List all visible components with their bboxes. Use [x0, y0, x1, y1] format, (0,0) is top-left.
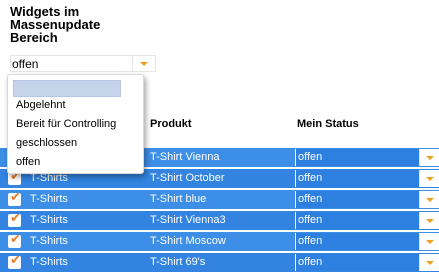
row-status-value: offen	[298, 235, 323, 247]
dropdown-option[interactable]: Abgelehnt	[16, 99, 66, 111]
chevron-down-icon	[426, 177, 434, 181]
checkmark-icon: ✔	[10, 232, 21, 247]
table-row[interactable]: ✔ T-Shirts T-Shirt 69's offen	[0, 253, 439, 272]
row-status-select[interactable]: offen	[295, 191, 439, 208]
table-row[interactable]: ✔ T-Shirts T-Shirt Vienna3 offen	[0, 211, 439, 230]
row-status-select[interactable]: offen	[295, 170, 439, 187]
row-status-value: offen	[298, 172, 323, 184]
dropdown-search-input[interactable]	[13, 80, 121, 97]
row-status-toggle[interactable]	[419, 170, 439, 187]
row-status-toggle[interactable]	[419, 149, 439, 166]
row-status-value: offen	[298, 151, 323, 163]
chevron-down-icon	[426, 219, 434, 223]
chevron-down-icon	[426, 156, 434, 160]
row-status-value: offen	[298, 214, 323, 226]
status-filter-toggle[interactable]	[132, 56, 155, 71]
page-title: Widgets im Massenupdate Bereich	[10, 4, 101, 45]
checkmark-icon: ✔	[10, 190, 21, 205]
row-status-toggle[interactable]	[419, 254, 439, 271]
row-status-toggle[interactable]	[419, 191, 439, 208]
row-category: T-Shirts	[30, 235, 68, 247]
row-product: T-Shirt Vienna3	[150, 214, 226, 226]
row-status-value: offen	[298, 193, 323, 205]
row-product: T-Shirt blue	[150, 193, 207, 205]
chevron-down-icon	[426, 240, 434, 244]
row-status-select[interactable]: offen	[295, 254, 439, 271]
chevron-down-icon	[426, 198, 434, 202]
column-header-product[interactable]: Produkt	[150, 118, 192, 130]
dropdown-option[interactable]: Bereit für Controlling	[16, 118, 116, 130]
dropdown-option[interactable]: offen	[16, 156, 40, 168]
checkmark-icon: ✔	[10, 253, 21, 268]
row-checkbox[interactable]: ✔	[8, 211, 21, 227]
row-checkbox[interactable]: ✔	[8, 190, 21, 206]
row-status-select[interactable]: offen	[295, 149, 439, 166]
status-filter-value: offen	[12, 57, 39, 71]
row-status-toggle[interactable]	[419, 212, 439, 229]
checkmark-icon: ✔	[10, 211, 21, 226]
status-dropdown-menu: Abgelehnt Bereit für Controlling geschlo…	[7, 74, 144, 174]
row-status-value: offen	[298, 256, 323, 268]
table-row[interactable]: ✔ T-Shirts T-Shirt blue offen	[0, 190, 439, 209]
row-category: T-Shirts	[30, 256, 68, 268]
row-checkbox[interactable]: ✔	[8, 253, 21, 269]
row-category: T-Shirts	[30, 214, 68, 226]
row-category: T-Shirts	[30, 193, 68, 205]
dropdown-option[interactable]: geschlossen	[16, 137, 77, 149]
chevron-down-icon	[140, 62, 148, 66]
row-product: T-Shirt Vienna	[150, 151, 220, 163]
row-product: T-Shirt Moscow	[150, 235, 226, 247]
chevron-down-icon	[426, 261, 434, 265]
row-product: T-Shirt 69's	[150, 256, 206, 268]
row-status-toggle[interactable]	[419, 233, 439, 250]
row-status-select[interactable]: offen	[295, 233, 439, 250]
status-filter-select[interactable]: offen	[10, 55, 156, 72]
table-row[interactable]: ✔ T-Shirts T-Shirt Moscow offen	[0, 232, 439, 251]
column-header-status[interactable]: Mein Status	[297, 118, 359, 130]
row-product: T-Shirt October	[150, 172, 225, 184]
row-checkbox[interactable]: ✔	[8, 232, 21, 248]
row-status-select[interactable]: offen	[295, 212, 439, 229]
